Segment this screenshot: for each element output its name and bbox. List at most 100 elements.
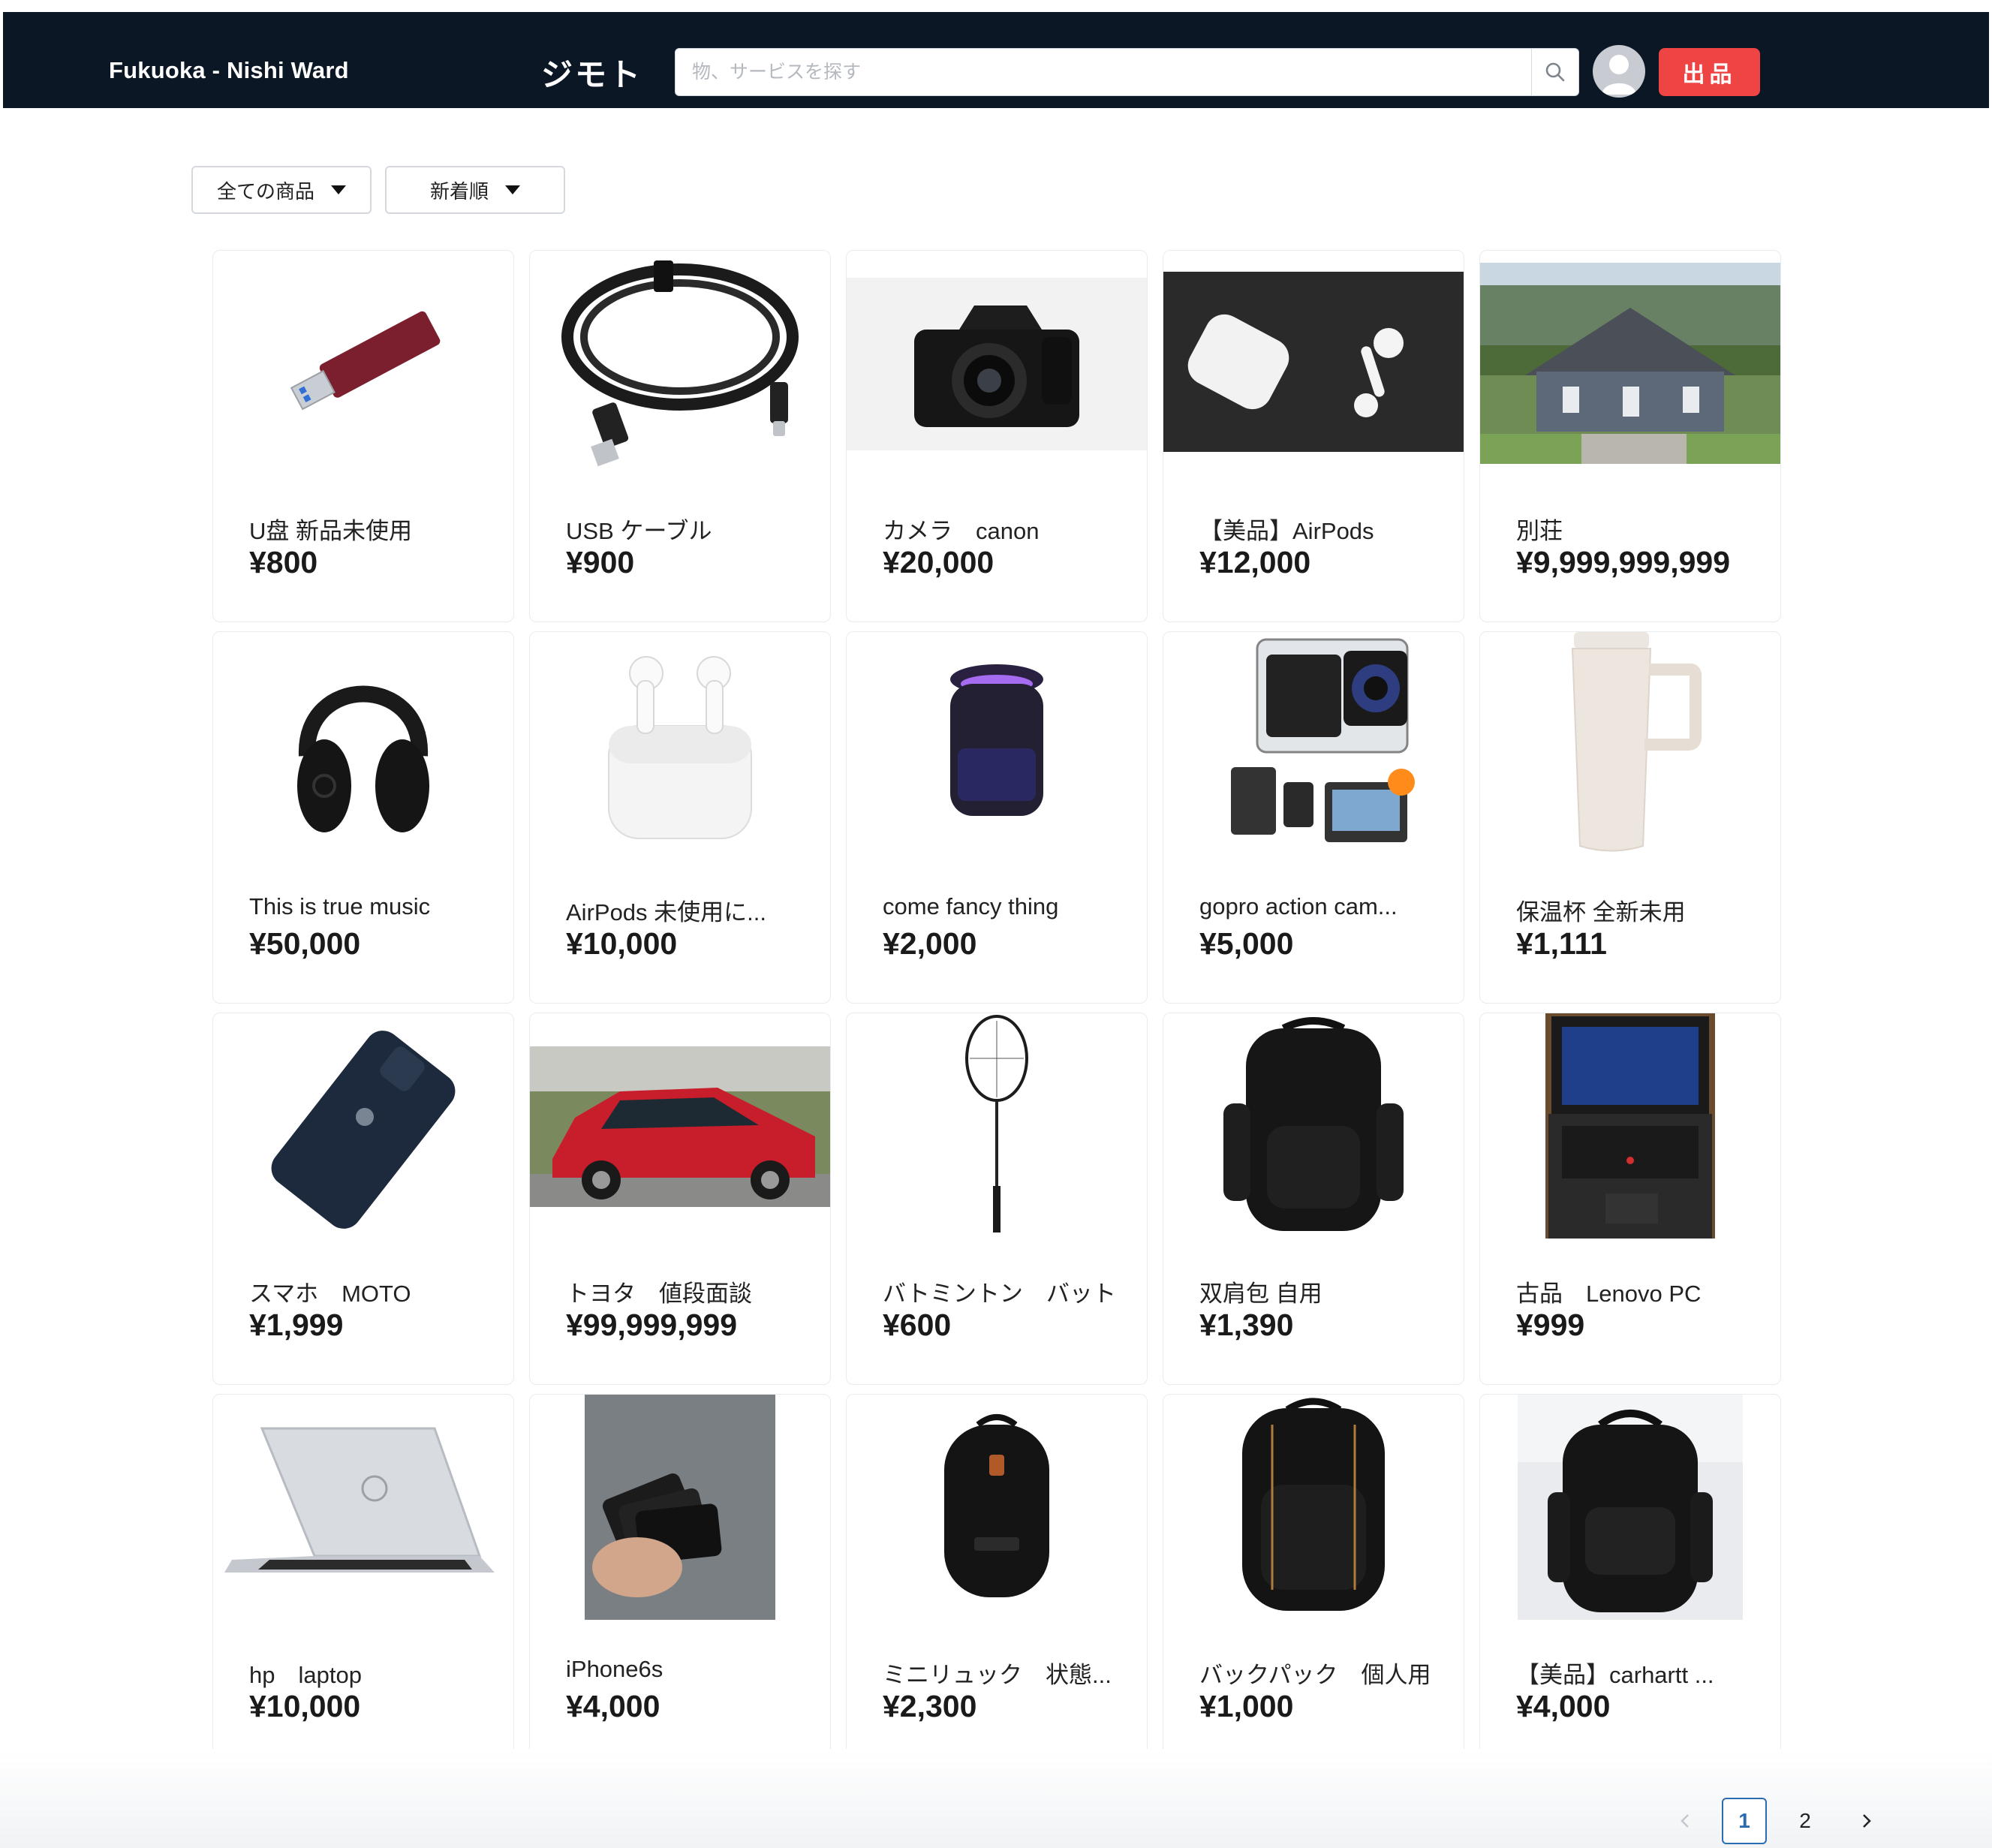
product-title: ミニリュック 状態... [883, 1662, 1112, 1688]
search-button[interactable] [1531, 49, 1578, 95]
product-price: ¥1,999 [249, 1308, 344, 1342]
product-card[interactable]: 保温杯 全新未用 ¥1,111 [1479, 631, 1781, 1004]
product-card[interactable]: U盘 新品未使用 ¥800 [212, 250, 514, 622]
usb-drive-icon [290, 311, 441, 411]
user-icon [1602, 55, 1636, 95]
laptop-icon [224, 1427, 495, 1573]
product-card[interactable]: 双肩包 自用 ¥1,390 [1163, 1013, 1464, 1385]
usb-cable-icon [561, 260, 799, 467]
product-card[interactable]: hp laptop ¥10,000 [212, 1394, 514, 1766]
chevron-left-icon [1681, 1814, 1689, 1828]
category-filter-label: 全ての商品 [216, 179, 314, 203]
product-title: 保温杯 全新未用 [1516, 899, 1686, 926]
caret-down-icon [505, 185, 520, 194]
product-title: 【美品】AirPods [1199, 518, 1374, 544]
product-card[interactable]: バトミントン バット ¥600 [846, 1013, 1148, 1385]
product-price: ¥99,999,999 [566, 1308, 738, 1342]
product-card[interactable]: 別荘 ¥9,999,999,999 [1479, 250, 1781, 622]
product-price: ¥600 [883, 1308, 952, 1342]
page-1-button[interactable]: 1 [1722, 1798, 1767, 1844]
product-title: hp laptop [249, 1662, 362, 1688]
product-title: 【美品】carhartt ... [1516, 1662, 1714, 1688]
product-title: バトミントン バット [883, 1281, 1116, 1307]
product-price: ¥12,000 [1199, 545, 1311, 579]
top-nav: Fukuoka - Nishi Ward ジモト 出品 [3, 12, 1989, 108]
product-price: ¥2,000 [883, 926, 977, 961]
search-icon [1545, 62, 1565, 82]
product-card[interactable]: 【美品】AirPods ¥12,000 [1163, 250, 1464, 622]
product-card[interactable]: バックパック 個人用 ¥1,000 [1163, 1394, 1464, 1766]
product-title: U盘 新品未使用 [249, 518, 412, 544]
product-card[interactable]: 【美品】carhartt ... ¥4,000 [1479, 1394, 1781, 1766]
post-listing-button[interactable]: 出品 [1659, 48, 1760, 96]
product-title: gopro action cam... [1199, 893, 1398, 919]
product-title: This is true music [249, 893, 431, 919]
product-title: カメラ canon [883, 518, 1040, 544]
product-title: トヨタ 値段面談 [566, 1281, 752, 1307]
backpack-icon [944, 1414, 1049, 1597]
location-label[interactable]: Fukuoka - Nishi Ward [109, 57, 349, 84]
user-avatar[interactable] [1593, 45, 1645, 98]
backpack-icon [1518, 1395, 1743, 1620]
house-icon [1480, 263, 1780, 464]
prev-page-button[interactable] [1666, 1798, 1704, 1844]
search-box [675, 48, 1579, 96]
product-price: ¥9,999,999,999 [1516, 545, 1730, 579]
product-card[interactable]: ミニリュック 状態... ¥2,300 [846, 1394, 1148, 1766]
product-price: ¥10,000 [249, 1689, 361, 1723]
product-card[interactable]: iPhone6s ¥4,000 [529, 1394, 831, 1766]
product-card[interactable]: come fancy thing ¥2,000 [846, 631, 1148, 1004]
product-price: ¥1,390 [1199, 1308, 1294, 1342]
product-price: ¥1,111 [1516, 926, 1607, 961]
product-card[interactable]: 古品 Lenovo PC ¥999 [1479, 1013, 1781, 1385]
phones-icon [585, 1395, 775, 1620]
product-card[interactable]: USB ケーブル ¥900 [529, 250, 831, 622]
product-price: ¥999 [1516, 1308, 1585, 1342]
product-price: ¥1,000 [1199, 1689, 1294, 1723]
product-price: ¥800 [249, 545, 318, 579]
tumbler-icon [1571, 632, 1702, 852]
next-page-button[interactable] [1848, 1798, 1885, 1844]
caret-down-icon [331, 185, 346, 194]
product-title: come fancy thing [883, 893, 1059, 919]
product-title: iPhone6s [566, 1656, 663, 1682]
product-title: スマホ MOTO [249, 1281, 411, 1307]
product-title: 別荘 [1516, 518, 1563, 544]
laptop-icon [1545, 1013, 1715, 1239]
product-title: 双肩包 自用 [1199, 1281, 1322, 1307]
product-price: ¥10,000 [566, 926, 678, 961]
product-price: ¥4,000 [1516, 1689, 1611, 1723]
product-title: USB ケーブル [566, 518, 712, 544]
smartphone-icon [271, 1031, 456, 1229]
chevron-right-icon [1863, 1814, 1871, 1828]
airpods-case-icon [608, 656, 752, 839]
product-title: バックパック 個人用 [1199, 1662, 1431, 1688]
product-title: AirPods 未使用に... [566, 899, 766, 926]
product-title: 古品 Lenovo PC [1516, 1281, 1702, 1307]
product-card[interactable]: カメラ canon ¥20,000 [846, 250, 1148, 622]
camera-icon [914, 305, 1079, 427]
product-price: ¥4,000 [566, 1689, 660, 1723]
sort-filter[interactable]: 新着順 [385, 166, 565, 214]
headphones-icon [297, 685, 429, 832]
page-2-button[interactable]: 2 [1786, 1798, 1824, 1844]
search-input[interactable] [676, 49, 1531, 95]
product-price: ¥50,000 [249, 926, 361, 961]
brand-logo[interactable]: ジモト [541, 50, 642, 95]
product-card[interactable]: This is true music ¥50,000 [212, 631, 514, 1004]
product-card[interactable]: AirPods 未使用に... ¥10,000 [529, 631, 831, 1004]
product-price: ¥900 [566, 545, 635, 579]
category-filter[interactable]: 全ての商品 [191, 166, 372, 214]
backpack-icon [1242, 1398, 1385, 1611]
backpack-icon [1223, 1017, 1404, 1231]
sort-filter-label: 新着順 [429, 179, 489, 203]
product-card[interactable]: gopro action cam... ¥5,000 [1163, 631, 1464, 1004]
product-card[interactable]: トヨタ 値段面談 ¥99,999,999 [529, 1013, 831, 1385]
bug-lamp-icon [950, 664, 1043, 816]
earbuds-icon [1187, 314, 1404, 417]
product-price: ¥2,300 [883, 1689, 977, 1723]
product-price: ¥5,000 [1199, 926, 1294, 961]
racket-icon [965, 1015, 1028, 1233]
action-camera-icon [1231, 638, 1415, 842]
product-card[interactable]: スマホ MOTO ¥1,999 [212, 1013, 514, 1385]
